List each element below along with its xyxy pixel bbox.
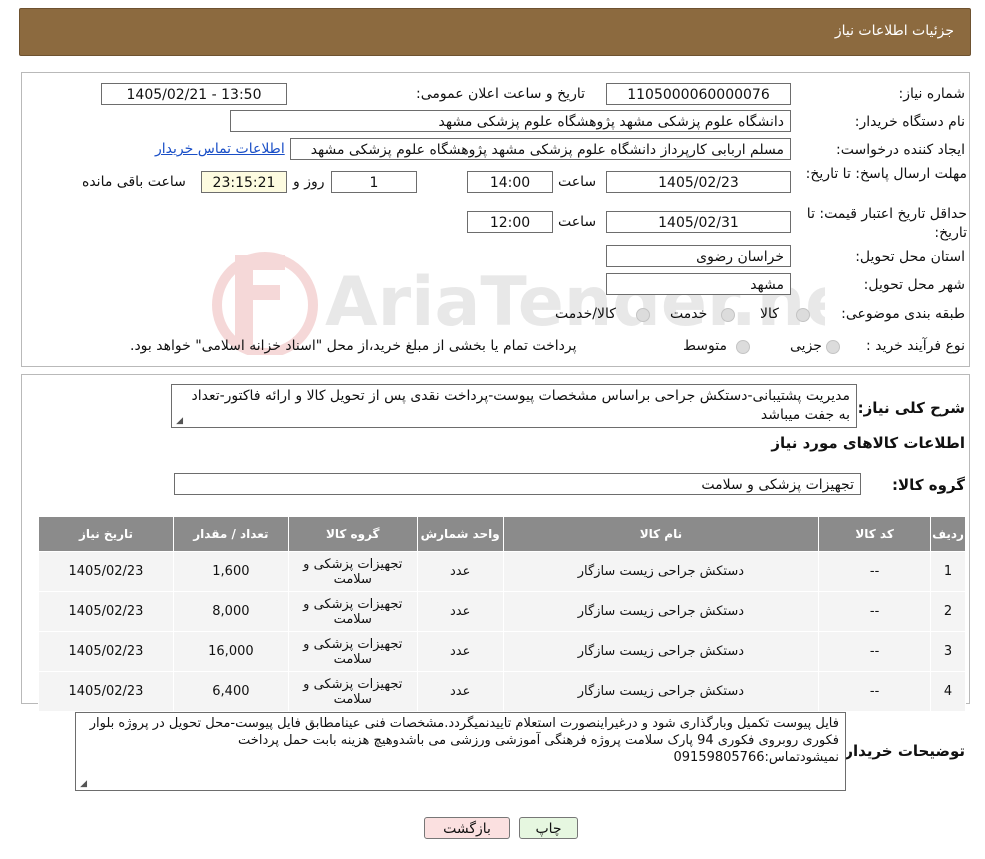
table-row: 3 -- دستکش جراحی زیست سازگار عدد تجهیزات…: [38, 631, 966, 672]
col-row-header: ردیف: [930, 516, 966, 552]
table-row: 1 -- دستکش جراحی زیست سازگار عدد تجهیزات…: [38, 551, 966, 592]
cell-code: --: [818, 591, 932, 632]
cell-date: 1405/02/23: [38, 631, 174, 672]
goods-section-title: اطلاعات کالاهای مورد نیاز: [771, 434, 965, 452]
process-note: پرداخت تمام یا بخشی از مبلغ خرید،از محل …: [130, 338, 577, 354]
cell-name: دستکش جراحی زیست سازگار: [502, 671, 820, 712]
need-number-field[interactable]: 1105000060000076: [606, 83, 791, 105]
print-button[interactable]: چاپ: [519, 817, 578, 839]
col-group-header: گروه کالا: [287, 516, 418, 552]
cell-unit: عدد: [416, 671, 504, 712]
cell-group: تجهیزات پزشکی و سلامت: [287, 631, 418, 672]
cell-group: تجهیزات پزشکی و سلامت: [287, 671, 418, 712]
cell-name: دستکش جراحی زیست سازگار: [502, 591, 820, 632]
items-table: ردیف کد کالا نام کالا واحد شمارش گروه کا…: [38, 516, 966, 712]
deadline-label: مهلت ارسال پاسخ: تا تاریخ:: [805, 166, 967, 182]
cell-date: 1405/02/23: [38, 591, 174, 632]
cell-code: --: [818, 551, 932, 592]
creator-field[interactable]: مسلم اربابی کارپرداز دانشگاه علوم پزشکی …: [290, 138, 791, 160]
resize-grip-icon[interactable]: ◢: [175, 417, 183, 426]
cell-name: دستکش جراحی زیست سازگار: [502, 631, 820, 672]
process-minor-label: جزیی: [790, 338, 822, 354]
deadline-date-field[interactable]: 1405/02/23: [606, 171, 791, 193]
goods-group-label: گروه کالا:: [892, 476, 965, 494]
days-label: روز و: [293, 174, 325, 190]
description-label: شرح کلی نیاز:: [857, 399, 965, 417]
province-label: استان محل تحویل:: [855, 249, 965, 265]
process-minor-radio[interactable]: [826, 340, 840, 354]
resize-grip-icon[interactable]: ◢: [79, 780, 87, 789]
province-field[interactable]: خراسان رضوی: [606, 245, 791, 267]
city-label: شهر محل تحویل:: [863, 277, 965, 293]
category-goods-label: کالا: [760, 306, 779, 322]
cell-row: 1: [930, 551, 966, 592]
cell-qty: 16,000: [172, 631, 289, 672]
cell-qty: 1,600: [172, 551, 289, 592]
creator-label: ایجاد کننده درخواست:: [836, 142, 965, 158]
announce-field[interactable]: 1405/02/21 - 13:50: [101, 83, 287, 105]
cell-row: 2: [930, 591, 966, 632]
page-header: جزئیات اطلاعات نیاز: [19, 8, 971, 56]
deadline-time-label: ساعت: [558, 174, 597, 190]
table-header-row: ردیف کد کالا نام کالا واحد شمارش گروه کا…: [38, 516, 966, 552]
validity-time-field[interactable]: 12:00: [467, 211, 553, 233]
category-goods-service-label: کالا/خدمت: [555, 306, 616, 322]
col-qty-header: تعداد / مقدار: [172, 516, 289, 552]
table-row: 2 -- دستکش جراحی زیست سازگار عدد تجهیزات…: [38, 591, 966, 632]
cell-qty: 8,000: [172, 591, 289, 632]
days-field[interactable]: 1: [331, 171, 417, 193]
cell-code: --: [818, 631, 932, 672]
city-field[interactable]: مشهد: [606, 273, 791, 295]
back-button[interactable]: بازگشت: [424, 817, 510, 839]
process-medium-radio[interactable]: [736, 340, 750, 354]
validity-date-field[interactable]: 1405/02/31: [606, 211, 791, 233]
cell-unit: عدد: [416, 551, 504, 592]
cell-row: 4: [930, 671, 966, 712]
buyer-notes-text: فایل پیوست تکمیل وبارگذاری شود و درغیرای…: [89, 716, 839, 765]
category-service-label: خدمت: [670, 306, 708, 322]
cell-qty: 6,400: [172, 671, 289, 712]
buyer-notes-textarea[interactable]: فایل پیوست تکمیل وبارگذاری شود و درغیرای…: [75, 712, 846, 791]
description-text: مدیریت پشتیبانی-دستکش جراحی براساس مشخصا…: [191, 388, 851, 423]
validity-time-label: ساعت: [558, 214, 597, 230]
cell-name: دستکش جراحی زیست سازگار: [502, 551, 820, 592]
process-medium-label: متوسط: [683, 338, 727, 354]
cell-date: 1405/02/23: [38, 671, 174, 712]
cell-group: تجهیزات پزشکی و سلامت: [287, 591, 418, 632]
description-textarea[interactable]: مدیریت پشتیبانی-دستکش جراحی براساس مشخصا…: [171, 384, 857, 428]
cell-date: 1405/02/23: [38, 551, 174, 592]
cell-unit: عدد: [416, 631, 504, 672]
need-number-label: شماره نیاز:: [898, 86, 966, 102]
buyer-org-label: نام دستگاه خریدار:: [854, 114, 965, 130]
contact-info-link[interactable]: اطلاعات تماس خریدار: [155, 141, 285, 157]
category-label: طبقه بندی موضوعی:: [841, 306, 965, 322]
cell-unit: عدد: [416, 591, 504, 632]
category-goods-service-radio[interactable]: [636, 308, 650, 322]
remaining-label: ساعت باقی مانده: [82, 174, 186, 190]
validity-label: حداقل تاریخ اعتبار قیمت: تا تاریخ:: [806, 206, 967, 241]
buyer-notes-label: توضیحات خریدار:: [838, 742, 965, 760]
goods-group-field[interactable]: تجهیزات پزشکی و سلامت: [174, 473, 861, 495]
remaining-time-field: 23:15:21: [201, 171, 287, 193]
page-title: جزئیات اطلاعات نیاز: [834, 23, 954, 39]
col-unit-header: واحد شمارش: [416, 516, 504, 552]
announce-label: تاریخ و ساعت اعلان عمومی:: [416, 86, 585, 102]
table-row: 4 -- دستکش جراحی زیست سازگار عدد تجهیزات…: [38, 671, 966, 712]
buyer-org-field[interactable]: دانشگاه علوم پزشکی مشهد پژوهشگاه علوم پز…: [230, 110, 791, 132]
col-name-header: نام کالا: [502, 516, 820, 552]
col-code-header: کد کالا: [818, 516, 932, 552]
category-goods-radio[interactable]: [796, 308, 810, 322]
col-date-header: تاریخ نیاز: [38, 516, 174, 552]
cell-group: تجهیزات پزشکی و سلامت: [287, 551, 418, 592]
cell-row: 3: [930, 631, 966, 672]
process-label: نوع فرآیند خرید :: [866, 338, 965, 354]
category-service-radio[interactable]: [721, 308, 735, 322]
deadline-time-field[interactable]: 14:00: [467, 171, 553, 193]
cell-code: --: [818, 671, 932, 712]
